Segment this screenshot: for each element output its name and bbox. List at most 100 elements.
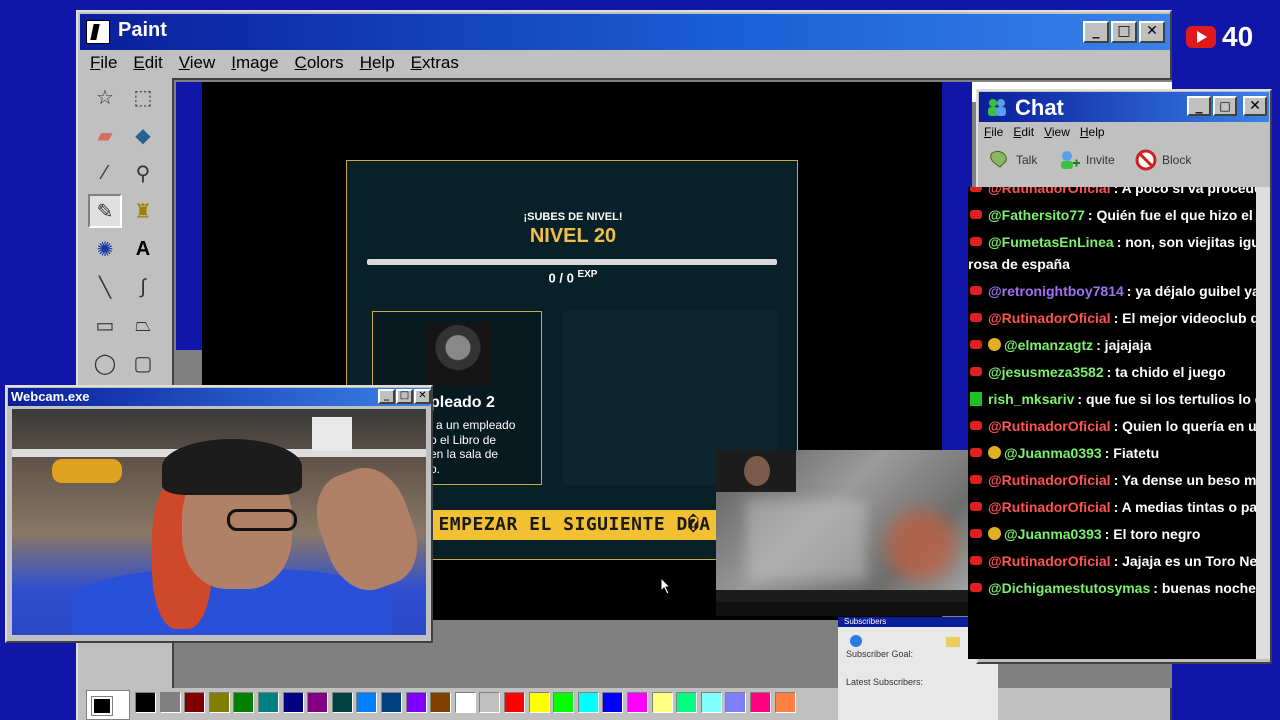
chat-text: : Ya dense un beso mejor: [1113, 472, 1258, 488]
line-icon[interactable]: ╲: [88, 270, 122, 304]
palette-swatch[interactable]: [676, 692, 698, 713]
stream-blur: [746, 500, 866, 580]
chat-menu-help[interactable]: Help: [1080, 125, 1105, 139]
polygon-icon[interactable]: ⏢: [126, 308, 160, 342]
rounded-rectangle-icon[interactable]: ▢: [126, 346, 160, 380]
menu-extras[interactable]: Extras: [411, 53, 459, 73]
magnifier-icon[interactable]: ⚲: [126, 156, 160, 190]
curve-icon[interactable]: ∫: [126, 270, 160, 304]
invite-icon: [1061, 151, 1080, 169]
text-icon[interactable]: A: [126, 232, 160, 266]
palette-swatch[interactable]: [700, 692, 722, 713]
webcam-minimize-button[interactable]: _: [378, 389, 395, 404]
rectangle-icon[interactable]: ▭: [88, 308, 122, 342]
close-button[interactable]: ✕: [1139, 21, 1165, 43]
webcam-maximize-button[interactable]: □: [396, 389, 413, 404]
foreground-color[interactable]: [91, 696, 113, 716]
palette-swatch[interactable]: [135, 692, 156, 713]
talk-button[interactable]: Talk: [988, 149, 1037, 171]
palette-swatch[interactable]: [774, 692, 796, 713]
palette-swatch[interactable]: [577, 692, 599, 713]
palette-swatch[interactable]: [627, 692, 648, 713]
talk-icon: [990, 150, 1007, 168]
pencil-icon[interactable]: ✎: [88, 194, 122, 228]
palette-swatch[interactable]: [479, 692, 501, 713]
palette-swatch[interactable]: [405, 692, 427, 713]
paint-app-icon: [86, 20, 110, 44]
chat-text: : A medias tintas o pacta: [1113, 499, 1258, 515]
block-button[interactable]: Block: [1134, 149, 1191, 171]
chat-log[interactable]: @RutinadorOficial: A poco si va proceder…: [968, 187, 1258, 659]
eraser-icon[interactable]: ▰: [88, 118, 122, 152]
next-day-button[interactable]: EMPEZAR EL SIGUIENTE D�A: [432, 510, 717, 540]
fill-icon[interactable]: ◆: [126, 118, 160, 152]
chat-message: @jesusmeza3582: ta chido el juego: [968, 363, 1258, 382]
chat-menu-view[interactable]: View: [1044, 125, 1070, 139]
palette-swatch[interactable]: [331, 692, 353, 713]
palette-swatch[interactable]: [258, 692, 279, 713]
chat-maximize-button[interactable]: □: [1213, 96, 1237, 116]
palette-swatch[interactable]: [159, 692, 181, 713]
palette-swatch[interactable]: [430, 692, 452, 713]
chat-user: @retronightboy7814: [988, 283, 1124, 299]
palette-swatch[interactable]: [454, 692, 476, 713]
palette-swatch[interactable]: [356, 692, 378, 713]
chat-text: : ya déjalo guibel ya es: [1126, 283, 1258, 299]
chat-user: rish_mksariv: [988, 391, 1075, 407]
brush-icon[interactable]: ♜: [126, 194, 160, 228]
palette-swatch[interactable]: [307, 692, 329, 713]
airbrush-icon[interactable]: ✺: [88, 232, 122, 266]
rect-select-icon[interactable]: ⬚: [126, 80, 160, 114]
paint-title: Paint: [118, 19, 167, 41]
ellipse-icon[interactable]: ◯: [88, 346, 122, 380]
chat-minimize-button[interactable]: _: [1187, 96, 1211, 116]
palette-swatch[interactable]: [553, 692, 575, 713]
paint-title-bar[interactable]: Paint _ □ ✕: [80, 14, 1170, 50]
palette-swatch[interactable]: [381, 692, 402, 713]
current-colors[interactable]: [86, 690, 130, 720]
chat-close-button[interactable]: ✕: [1243, 96, 1267, 116]
chat-user: @Dichigamestutosymas: [988, 580, 1151, 596]
chat-title-bar[interactable]: Chat _ □ ✕: [979, 92, 1269, 122]
stream-thumbnail[interactable]: [716, 450, 978, 616]
palette-swatch[interactable]: [725, 692, 747, 713]
menu-view[interactable]: View: [179, 53, 216, 73]
chat-scrollbar[interactable]: [1256, 187, 1270, 659]
chat-menu-edit[interactable]: Edit: [1013, 125, 1034, 139]
palette-swatch[interactable]: [233, 692, 255, 713]
chat-user: @RutinadorOficial: [988, 310, 1111, 326]
chat-user: @Juanma0393: [1004, 526, 1102, 542]
palette-swatch[interactable]: [184, 692, 206, 713]
card-desc-line: o el Libro de: [430, 432, 497, 447]
chat-message: @Juanma0393: El toro negro: [968, 525, 1258, 544]
chat-text: : buenas noches ta: [1153, 580, 1258, 596]
chat-menu-file[interactable]: File: [984, 125, 1003, 139]
free-select-icon[interactable]: ☆: [88, 80, 122, 114]
palette-swatch[interactable]: [651, 692, 673, 713]
color-picker-icon[interactable]: ⁄: [88, 156, 122, 190]
youtube-icon: [970, 529, 982, 538]
moderator-badge-icon: [988, 338, 1001, 351]
menu-edit[interactable]: Edit: [133, 53, 162, 73]
invite-button[interactable]: Invite: [1058, 149, 1115, 171]
maximize-button[interactable]: □: [1111, 21, 1137, 43]
menu-colors[interactable]: Colors: [295, 53, 344, 73]
webcam-title-bar[interactable]: Webcam.exe _ □ ✕: [8, 388, 431, 406]
palette-swatch[interactable]: [602, 692, 624, 713]
palette-swatch[interactable]: [528, 692, 550, 713]
palette-swatch[interactable]: [750, 692, 771, 713]
chat-title: Chat: [1015, 95, 1064, 120]
menu-help[interactable]: Help: [360, 53, 395, 73]
chat-text: : Quién fue el que hizo el Vide: [1087, 207, 1258, 223]
minimize-button[interactable]: _: [1083, 21, 1109, 43]
palette-swatch[interactable]: [208, 692, 230, 713]
toolbox: ☆ ⬚ ▰ ◆ ⁄ ⚲ ✎ ♜ ✺ A ╲ ∫ ▭ ⏢ ◯ ▢: [84, 76, 162, 392]
moderator-badge-icon: [988, 527, 1001, 540]
menu-file[interactable]: File: [90, 53, 117, 73]
webcam-close-button[interactable]: ✕: [414, 389, 431, 404]
chat-user: @RutinadorOficial: [988, 553, 1111, 569]
palette-swatch[interactable]: [504, 692, 525, 713]
menu-image[interactable]: Image: [231, 53, 278, 73]
palette-swatch[interactable]: [282, 692, 304, 713]
chat-user: @RutinadorOficial: [988, 418, 1111, 434]
